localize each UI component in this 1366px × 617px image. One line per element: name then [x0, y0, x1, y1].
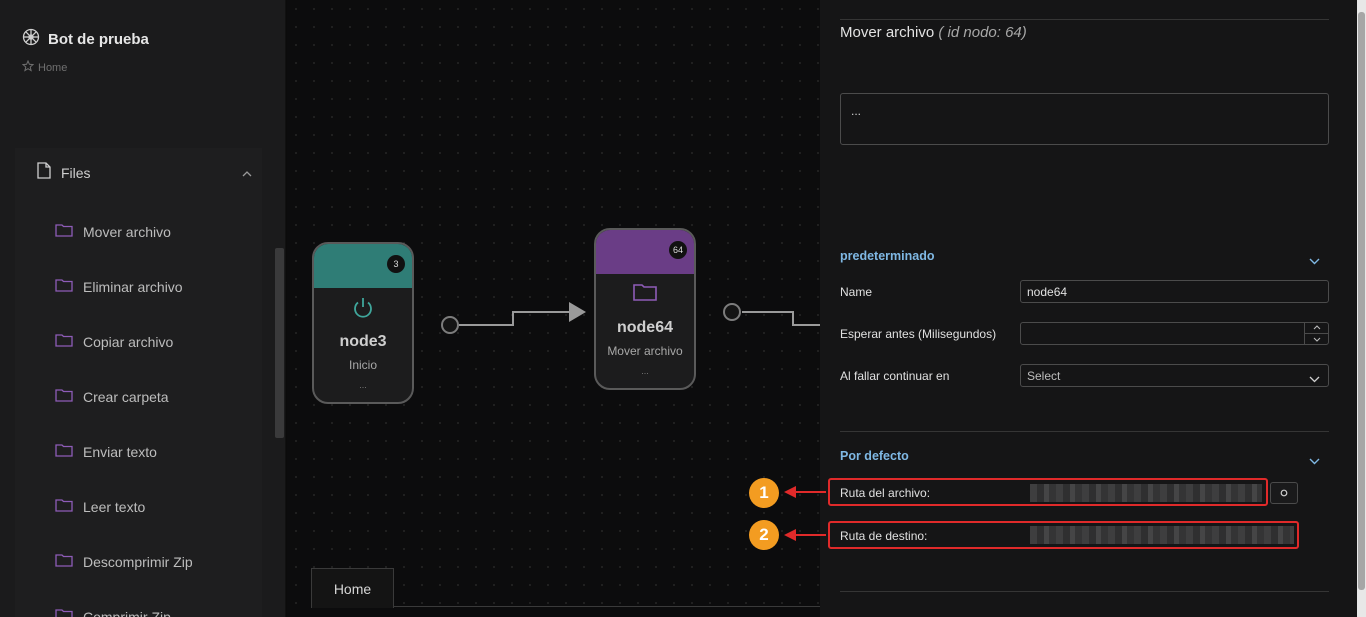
- app-root: Bot de prueba Home Files Mover archivo E…: [0, 0, 1366, 617]
- annotation-marker-2: 2: [749, 520, 779, 550]
- annotation-arrows: [784, 486, 826, 541]
- annotation-marker-1: 1: [749, 478, 779, 508]
